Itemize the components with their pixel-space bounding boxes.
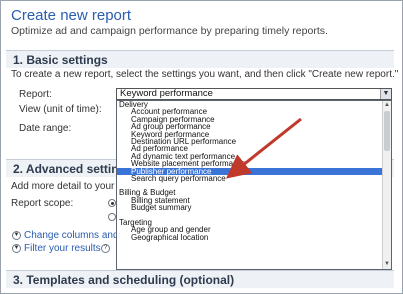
annotation-arrow-icon (225, 117, 302, 179)
report-window: Create new report Optimize ad and campai… (0, 0, 403, 294)
